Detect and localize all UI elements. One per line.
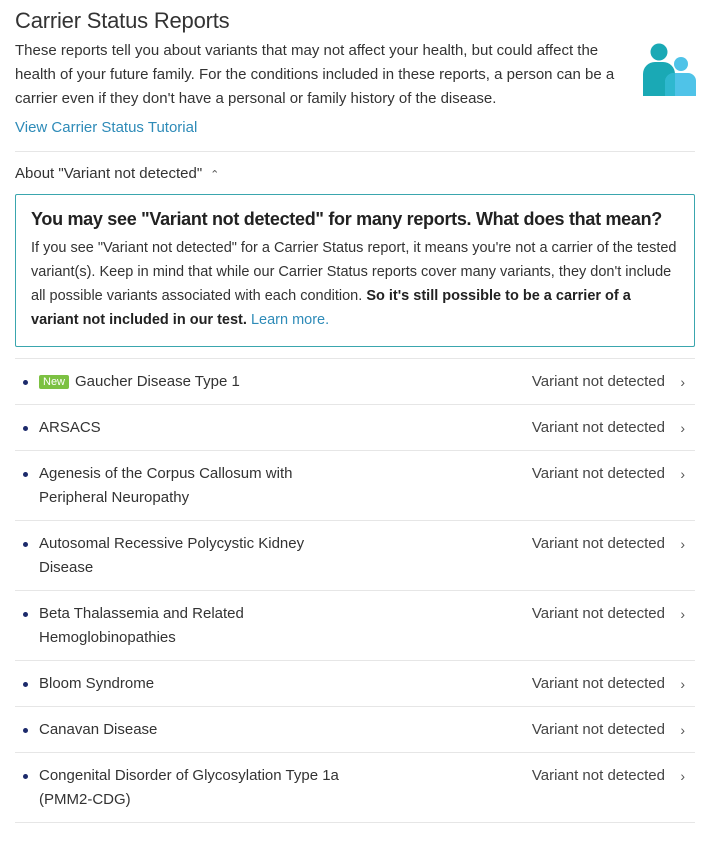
chevron-right-icon: › [680,536,685,552]
report-name-text: Congenital Disorder of Glycosylation Typ… [39,767,339,808]
report-row[interactable]: Canavan Disease Variant not detected › [15,707,695,753]
report-name-text: Beta Thalassemia and Related Hemoglobino… [39,605,244,646]
report-status: Variant not detected [531,675,665,692]
report-name-text: Agenesis of the Corpus Callosum with Per… [39,465,293,506]
report-row[interactable]: New Gaucher Disease Type 1 Variant not det… [15,359,695,405]
report-list: New Gaucher Disease Type 1 Variant not det… [15,358,695,823]
report-name: ARSACS [39,416,339,440]
report-name-text: Bloom Syndrome [39,675,155,692]
chevron-right-icon: › [680,606,685,622]
bullet-icon [23,774,28,779]
chevron-right-icon: › [680,676,685,692]
report-row[interactable]: Bloom Syndrome Variant not detected › [15,661,695,707]
learn-more-link[interactable]: Learn more. [251,312,329,328]
report-row[interactable]: Beta Thalassemia and Related Hemoglobino… [15,591,695,661]
report-status: Variant not detected [531,721,665,738]
page-title: Carrier Status Reports [15,8,230,33]
chevron-right-icon: › [680,722,685,738]
family-icon [643,43,696,96]
variant-info-box: You may see "Variant not detected" for m… [15,194,695,347]
bullet-icon [23,612,28,617]
report-name: Agenesis of the Corpus Callosum with Per… [39,462,339,510]
view-tutorial-link[interactable]: View Carrier Status Tutorial [15,116,197,140]
report-row[interactable]: Congenital Disorder of Glycosylation Typ… [15,753,695,823]
bullet-icon [23,426,28,431]
report-name-text: Canavan Disease [39,721,158,738]
report-name: Autosomal Recessive Polycystic Kidney Di… [39,532,339,580]
info-box-body: If you see "Variant not detected" for a … [31,236,680,332]
chevron-right-icon: › [680,466,685,482]
report-status: Variant not detected [531,767,665,784]
report-row[interactable]: ARSACS Variant not detected › [15,405,695,451]
bullet-icon [23,472,28,477]
report-name: Beta Thalassemia and Related Hemoglobino… [39,602,339,650]
report-row[interactable]: Autosomal Recessive Polycystic Kidney Di… [15,521,695,591]
chevron-up-icon: ⌃ [210,168,220,181]
page-header: Carrier Status Reports These reports tel… [15,0,696,140]
report-status: Variant not detected [531,605,665,622]
carrier-status-page: Carrier Status Reports These reports tel… [15,0,696,823]
new-badge: New [39,375,70,389]
info-box-title: You may see "Variant not detected" for m… [31,209,662,229]
bullet-icon [23,682,28,687]
report-name-text: Autosomal Recessive Polycystic Kidney Di… [39,535,305,576]
report-status: Variant not detected [531,419,665,436]
report-status: Variant not detected [531,373,665,390]
report-name: Canavan Disease [39,718,339,742]
bullet-icon [23,380,28,385]
report-name-text: Gaucher Disease Type 1 [75,373,240,390]
report-name: Bloom Syndrome [39,672,339,696]
about-toggle-label: About "Variant not detected" [15,164,203,182]
report-status: Variant not detected [531,535,665,552]
bullet-icon [23,542,28,547]
about-variant-toggle[interactable]: About "Variant not detected" ⌃ [15,152,695,194]
report-name: New Gaucher Disease Type 1 [39,370,339,394]
report-row[interactable]: Agenesis of the Corpus Callosum with Per… [15,451,695,521]
report-name-text: ARSACS [39,419,101,436]
report-name: Congenital Disorder of Glycosylation Typ… [39,764,339,812]
report-status: Variant not detected [531,465,665,482]
bullet-icon [23,728,28,733]
chevron-right-icon: › [680,768,685,784]
intro-text: These reports tell you about variants th… [15,42,615,107]
chevron-right-icon: › [680,374,685,390]
chevron-right-icon: › [680,420,685,436]
